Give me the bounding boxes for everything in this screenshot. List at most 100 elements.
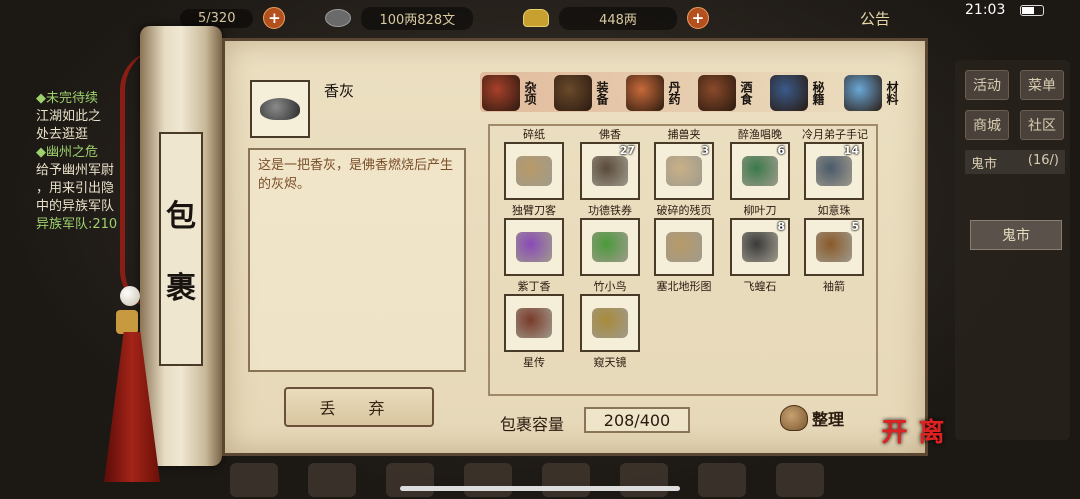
clock: 21:03 [965,2,1006,18]
incense-ash-icon [260,98,300,120]
inventory-slot[interactable]: 窥天镜 [578,294,642,370]
item-name: 如意珠 [817,204,851,217]
tab-1[interactable]: 装备 [554,72,611,114]
item-count: 14 [843,144,859,157]
slot-frame: 14 [804,142,864,200]
leave-button[interactable]: 离开 [877,418,948,466]
item-count: 27 [619,144,635,157]
slot-frame [654,218,714,276]
tab-label: 装备 [595,81,609,105]
nav-slot[interactable] [620,462,668,497]
nav-slot[interactable] [308,462,356,497]
tab-label: 杂项 [523,81,537,105]
add-gold-button[interactable]: + [686,7,709,29]
inventory-slot[interactable]: 紫丁香 [502,218,566,294]
activity-button[interactable]: 活动 [965,70,1009,100]
item-name: 破碎的残页 [656,204,712,217]
item-description: 这是一把香灰，是佛香燃烧后产生的灰烬。 [248,148,466,372]
tab-label: 材料 [885,81,899,105]
sort-button[interactable]: 整理 [780,405,844,431]
inventory-slot[interactable]: 塞北地形图 [652,218,716,294]
scroll-title: 包 裹 [159,132,203,366]
inventory-slot[interactable]: 醉渔唱晚 [728,126,792,142]
item-name: 冷月弟子手记 [802,128,868,141]
inventory-slot[interactable]: 6 柳叶刀 [728,142,792,218]
tab-4[interactable]: 秘籍 [770,72,827,114]
gold-ingot-icon [523,9,550,27]
nav-slot[interactable] [698,462,746,497]
community-button[interactable]: 社区 [1020,110,1064,140]
coins-value: 100两828文 [361,6,474,30]
tab-0[interactable]: 杂项 [482,72,539,114]
menu-button[interactable]: 菜单 [1020,70,1064,100]
capacity-label: 包裹容量 [500,415,565,434]
inventory-slot[interactable]: 冷月弟子手记 [802,126,868,142]
item-count: 8 [777,220,785,233]
tab-label: 丹药 [667,81,681,105]
inventory-slot[interactable]: 碎纸 [502,126,566,142]
telescope-icon [592,308,628,338]
wine-food-icon [698,75,736,111]
misc-jar-icon [482,75,520,111]
stone-icon [742,232,778,262]
pill-icon [626,75,664,111]
slot-frame: 8 [730,218,790,276]
sort-label: 整理 [812,410,845,429]
nav-slot[interactable] [230,462,278,497]
lilac-flower-icon [516,232,552,262]
scroll-title-char: 裹 [166,271,196,306]
tab-2[interactable]: 丹药 [626,72,683,114]
tab-3[interactable]: 酒食 [698,72,755,114]
nav-slot[interactable] [776,462,824,497]
iron-tablet-icon [592,156,628,186]
add-capacity-button[interactable]: + [263,7,286,29]
slot-frame [504,142,564,200]
selected-item-name: 香灰 [324,82,355,100]
item-name: 捕兽夹 [667,128,701,141]
inventory-grid[interactable]: 碎纸 佛香 捕兽夹 醉渔唱晚 冷月弟子手记独臂刀客 27 功德铁券 3 破碎的残页 6 柳叶刀 14 如… [488,124,878,396]
tab-5[interactable]: 材料 [844,72,901,114]
item-name: 星传 [523,356,545,369]
slot-frame: 6 [730,142,790,200]
inventory-slot[interactable]: 27 功德铁券 [578,142,642,218]
selected-location[interactable]: 鬼市 [970,220,1062,250]
torn-page-icon [666,156,702,186]
nav-slot[interactable] [386,462,434,497]
inventory-slot[interactable]: 竹小鸟 [578,218,642,294]
item-name: 竹小鸟 [593,280,627,293]
battery-icon [1020,5,1044,16]
location-count: (16/) [1027,153,1059,168]
inventory-slot[interactable]: 8 飞蝗石 [728,218,792,294]
slot-frame [580,294,640,352]
slot-frame: 3 [654,142,714,200]
home-indicator [400,486,680,491]
discard-button[interactable]: 丢 弃 [284,387,434,427]
item-name: 紫丁香 [517,280,551,293]
bamboo-bird-icon [592,232,628,262]
inventory-slot[interactable]: 14 如意珠 [802,142,866,218]
inventory-slot[interactable]: 5 袖箭 [802,218,866,294]
inventory-slot[interactable]: 佛香 [578,126,642,142]
shop-button[interactable]: 商城 [965,110,1009,140]
nav-slot[interactable] [542,462,590,497]
gold-value: 448两 [559,6,677,30]
willow-blade-icon [742,156,778,186]
inventory-slot[interactable]: 星传 [502,294,566,370]
tab-label: 酒食 [739,81,753,105]
item-count: 6 [777,144,785,157]
inventory-slot[interactable]: 3 破碎的残页 [652,142,716,218]
location-row[interactable]: 鬼市 (16/) [965,150,1065,174]
equipment-icon [554,75,592,111]
item-name: 佛香 [599,128,621,141]
top-status-bar: 5/320 + 100两828文 448两 + [150,0,1080,36]
capacity-hint: 5/320 [180,8,254,28]
inventory-slot[interactable]: 独臂刀客 [502,142,566,218]
slot-frame [580,218,640,276]
tassel-cap [116,310,138,334]
item-name: 醉渔唱晚 [738,128,782,141]
jade-bead-icon [120,286,140,306]
inventory-slot[interactable]: 捕兽夹 [652,126,716,142]
item-name: 窥天镜 [593,356,627,369]
nav-slot[interactable] [464,462,512,497]
notice-button[interactable]: 公告 [860,8,890,29]
